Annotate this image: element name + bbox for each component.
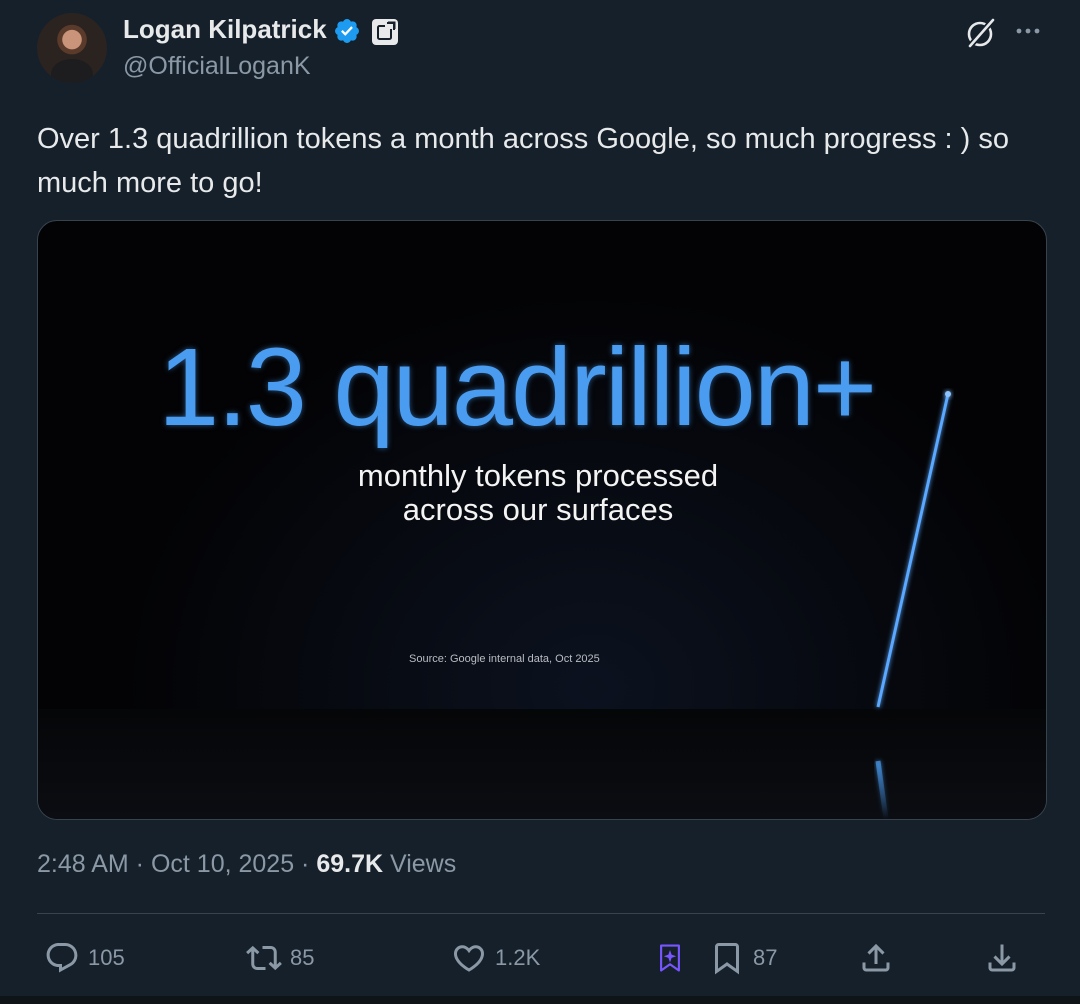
verified-badge-icon (335, 19, 359, 43)
share-icon (862, 943, 890, 972)
views-count: 69.7K (316, 850, 384, 878)
bookmark-icon (715, 943, 739, 975)
tweet-text: Over 1.3 quadrillion tokens a month acro… (37, 123, 1009, 199)
tweet-date[interactable]: Oct 10, 2025 (151, 850, 294, 878)
download-icon (988, 944, 1016, 972)
divider (37, 913, 1045, 914)
affiliate-badge-icon[interactable] (371, 18, 399, 46)
meta-separator: · (128, 850, 151, 878)
tweet-meta: 2:48 AM · Oct 10, 2025 · 69.7K Views (37, 850, 456, 879)
bottom-edge (0, 996, 1080, 1004)
repost-button[interactable]: 85 (246, 938, 314, 978)
grok-bookmark-button[interactable] (654, 938, 686, 978)
bookmark-count: 87 (753, 945, 778, 970)
views-label: Views (390, 850, 457, 878)
media-light-beam (875, 391, 951, 819)
author-display-name[interactable]: Logan Kilpatrick (123, 14, 327, 45)
tweet-time[interactable]: 2:48 AM (37, 850, 129, 878)
reply-button[interactable]: 105 (44, 938, 125, 978)
repost-icon (246, 945, 282, 971)
reply-icon (46, 943, 78, 973)
download-button[interactable] (984, 938, 1020, 978)
like-button[interactable]: 1.2K (451, 938, 540, 978)
meta-separator: · (294, 850, 317, 878)
grok-sparkle-icon (660, 944, 680, 972)
share-button[interactable] (858, 938, 894, 978)
like-count: 1.2K (495, 945, 541, 970)
grok-icon[interactable] (965, 17, 997, 49)
bookmark-button[interactable]: 87 (709, 938, 777, 978)
heart-icon (453, 945, 485, 972)
repost-count: 85 (290, 945, 315, 970)
more-options-icon[interactable] (1013, 20, 1043, 42)
reply-count: 105 (88, 945, 125, 970)
author-avatar[interactable] (37, 13, 107, 83)
author-handle[interactable]: @OfficialLoganK (123, 52, 311, 81)
tweet-media-image[interactable]: 1.3 quadrillion+ monthly tokens processe… (37, 220, 1047, 820)
